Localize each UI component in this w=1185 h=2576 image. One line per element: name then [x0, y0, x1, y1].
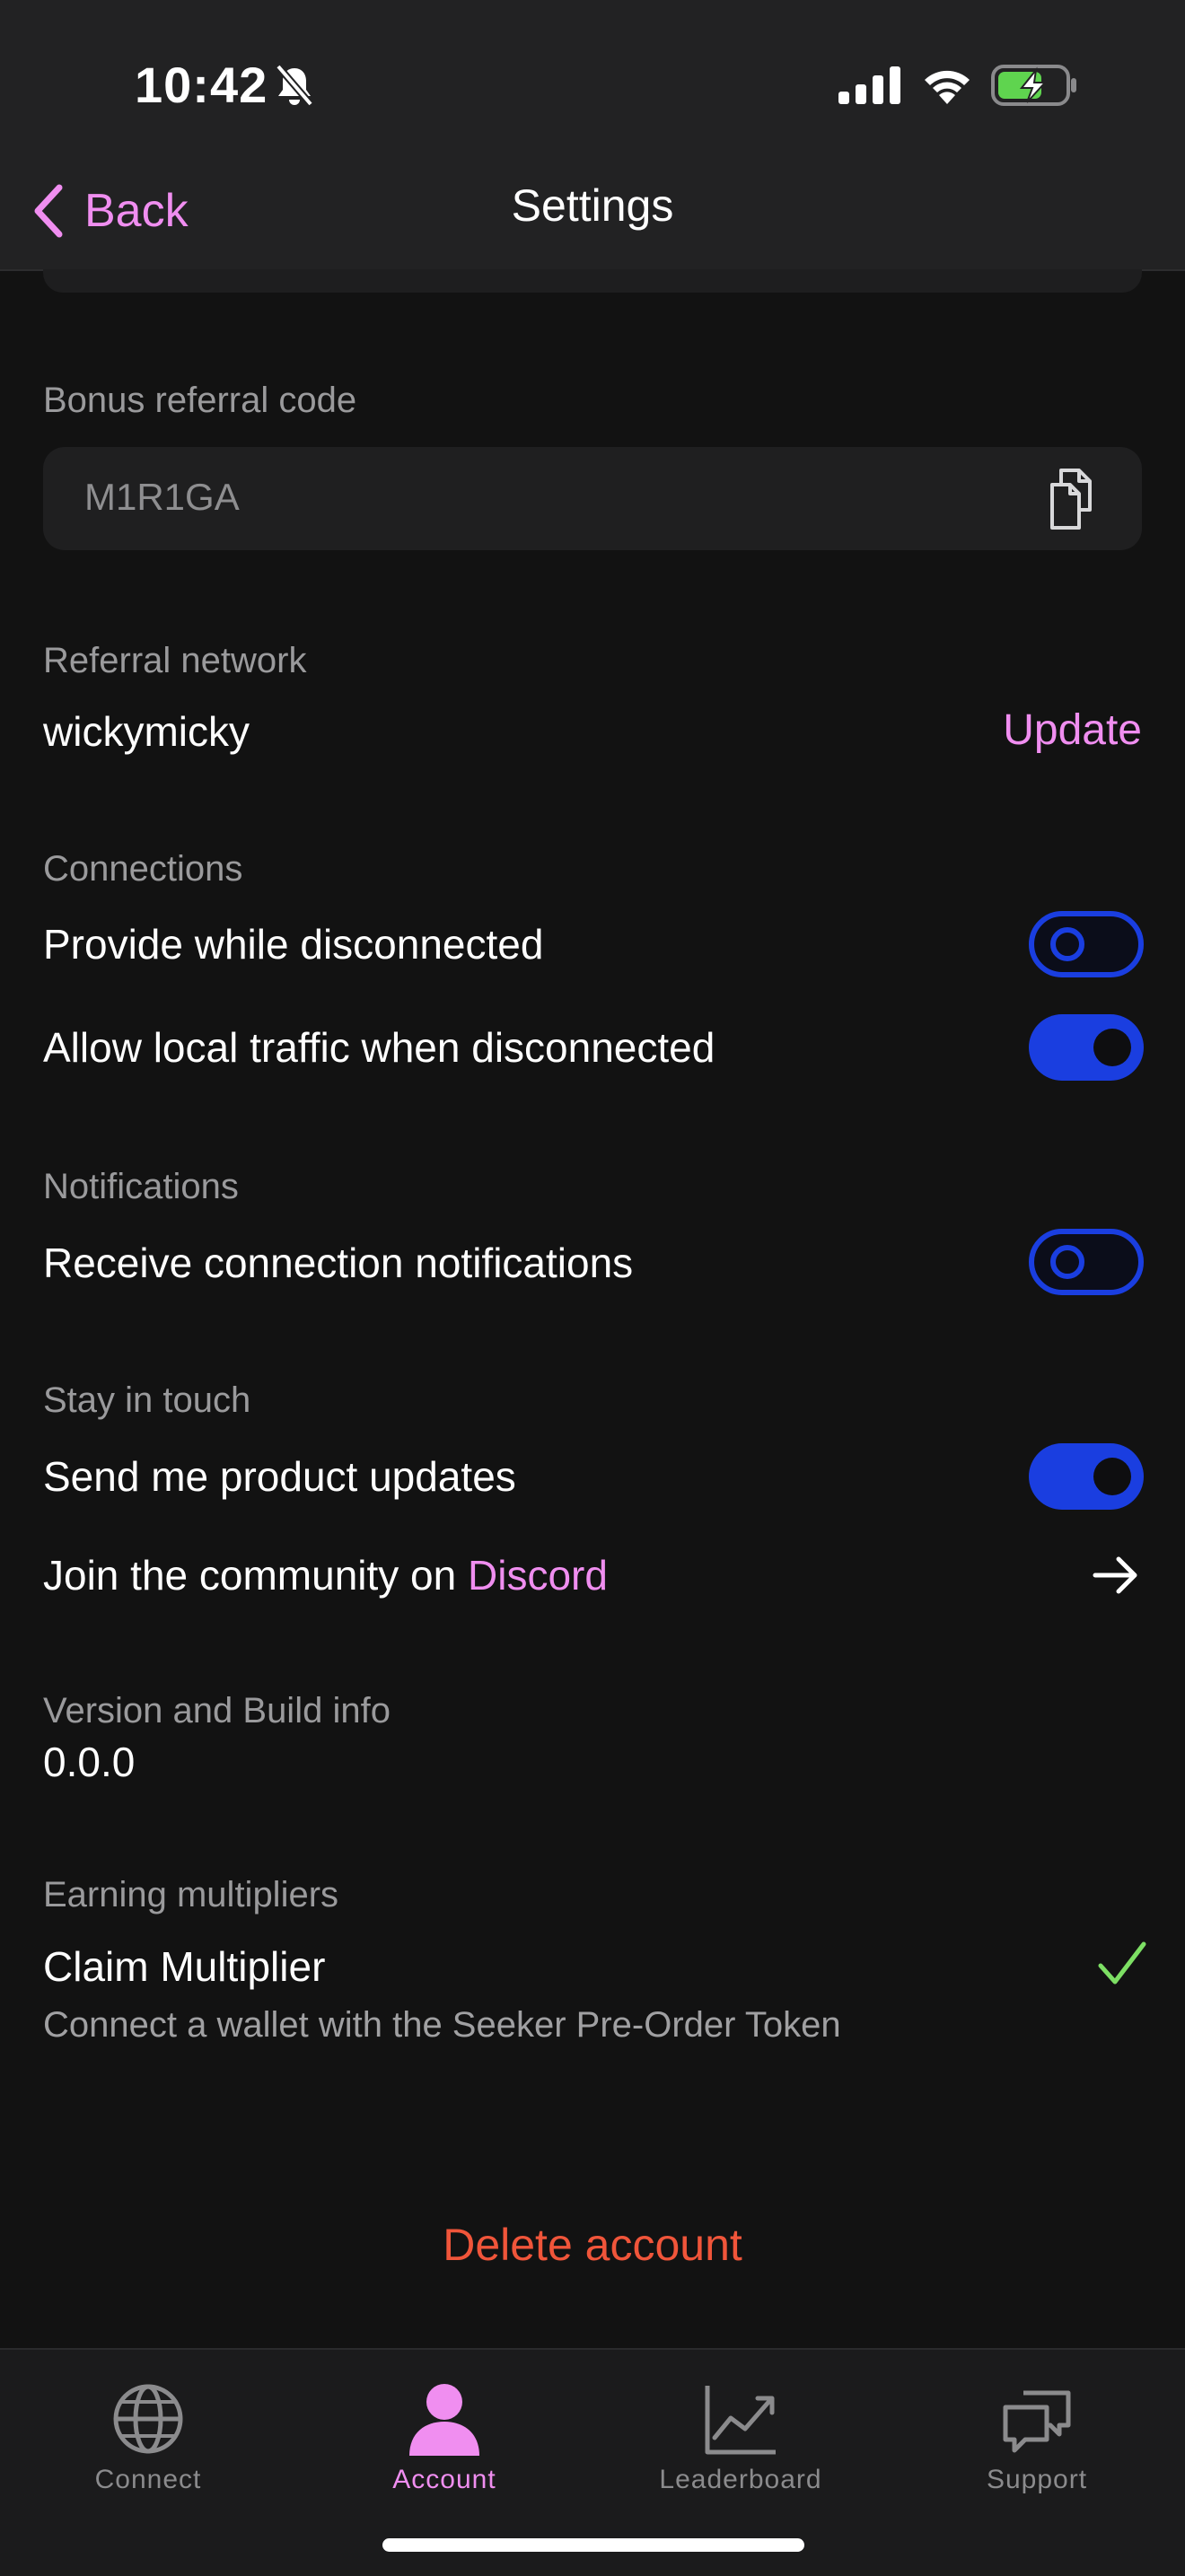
earning-multipliers-label: Earning multipliers	[43, 1875, 339, 1914]
chat-icon	[1003, 2390, 1071, 2453]
tab-connect[interactable]: Connect	[0, 2368, 296, 2502]
connection-notifications-label: Receive connection notifications	[43, 1240, 634, 1286]
page-title: Settings	[511, 180, 674, 231]
tab-leaderboard[interactable]: Leaderboard	[592, 2368, 889, 2502]
connections-label: Connections	[43, 849, 243, 889]
arrow-right-icon[interactable]	[1092, 1551, 1140, 1599]
delete-account-button[interactable]: Delete account	[0, 2219, 1185, 2271]
bell-muted-icon	[275, 64, 314, 107]
checkmark-icon	[1098, 1941, 1146, 1985]
provide-disconnected-label: Provide while disconnected	[43, 921, 544, 968]
tab-support[interactable]: Support	[889, 2368, 1185, 2502]
tab-connect-label: Connect	[94, 2465, 202, 2494]
referral-code-field: M1R1GA	[43, 447, 1142, 550]
copy-icon[interactable]	[1040, 467, 1102, 531]
notifications-label: Notifications	[43, 1167, 239, 1206]
discord-link[interactable]: Discord	[468, 1552, 608, 1599]
home-indicator	[382, 2538, 804, 2552]
top-bar: 10:42 Back Settings	[0, 0, 1185, 271]
claim-multiplier-title: Claim Multiplier	[43, 1943, 326, 1990]
status-time: 10:42	[135, 57, 268, 113]
cellular-signal-icon	[838, 66, 900, 104]
tab-leaderboard-label: Leaderboard	[659, 2465, 822, 2494]
connection-notifications-toggle[interactable]	[1029, 1229, 1144, 1295]
community-prefix: Join the community on	[43, 1552, 469, 1599]
toggle-knob	[1050, 927, 1084, 961]
toggle-knob	[1093, 1029, 1131, 1066]
referral-network-name: wickymicky	[43, 708, 250, 755]
tab-support-label: Support	[986, 2465, 1088, 2494]
globe-icon	[113, 2384, 183, 2454]
referral-code-label: Bonus referral code	[43, 381, 357, 420]
wifi-icon	[925, 70, 970, 104]
version-value: 0.0.0	[43, 1739, 136, 1785]
toggle-knob	[1050, 1245, 1084, 1279]
toggle-knob	[1093, 1458, 1131, 1495]
battery-charging-icon	[991, 65, 1076, 106]
referral-code-value: M1R1GA	[84, 476, 240, 518]
chart-icon	[705, 2386, 776, 2455]
version-label: Version and Build info	[43, 1691, 391, 1730]
allow-local-traffic-label: Allow local traffic when disconnected	[43, 1024, 715, 1071]
user-icon	[409, 2384, 479, 2456]
discord-community-row[interactable]: Join the community on Discord	[43, 1551, 608, 1599]
claim-multiplier-description: Connect a wallet with the Seeker Pre-Ord…	[43, 2005, 841, 2045]
update-referral-button[interactable]: Update	[952, 705, 1142, 755]
tab-account-label: Account	[392, 2465, 496, 2494]
product-updates-label: Send me product updates	[43, 1453, 516, 1500]
tab-account[interactable]: Account	[296, 2368, 592, 2502]
allow-local-traffic-toggle[interactable]	[1029, 1014, 1144, 1081]
stay-in-touch-label: Stay in touch	[43, 1380, 251, 1420]
previous-card-edge	[43, 269, 1142, 293]
provide-disconnected-toggle[interactable]	[1029, 911, 1144, 977]
referral-network-label: Referral network	[43, 641, 307, 680]
product-updates-toggle[interactable]	[1029, 1443, 1144, 1510]
